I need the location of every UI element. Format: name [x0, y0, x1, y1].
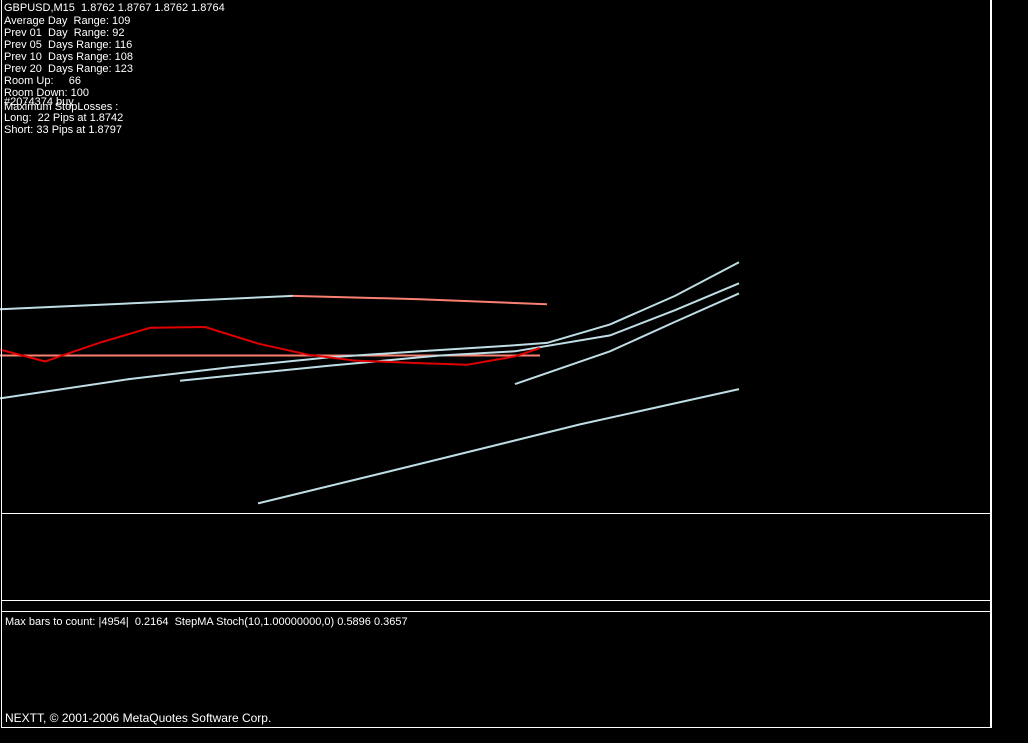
channel-mid-a — [0, 262, 739, 398]
mt4-chart-window: GBPUSD,M15 1.8762 1.8767 1.8762 1.8764 Av… — [0, 0, 1028, 743]
tsr-indicator-panel[interactable] — [1, 513, 991, 601]
time-axis[interactable] — [0, 728, 1028, 743]
overlay-line: Room Up: 66 — [4, 76, 81, 87]
overlay-line: Long: 22 Pips at 1.8742 — [4, 113, 123, 124]
copyright-text: NEXTT, © 2001-2006 MetaQuotes Software C… — [5, 711, 271, 725]
overlay-line: Short: 33 Pips at 1.8797 — [4, 125, 122, 136]
channel-upper — [0, 296, 293, 309]
overlay-line: Prev 10 Days Range: 108 — [4, 52, 133, 63]
channel-diagonal — [258, 389, 739, 503]
stoch-indicator-title: Max bars to count: |4954| 0.2164 StepMA … — [5, 616, 408, 628]
overlay-line: Prev 20 Days Range: 123 — [4, 64, 133, 75]
channel-low-b — [515, 293, 739, 384]
overlay-line: Prev 05 Days Range: 116 — [4, 40, 132, 51]
ma-red — [0, 327, 540, 365]
overlay-line: GBPUSD,M15 1.8762 1.8767 1.8762 1.8764 — [4, 3, 225, 14]
chart-info-overlay: GBPUSD,M15 1.8762 1.8767 1.8762 1.8764 Av… — [0, 0, 500, 140]
overlay-line: Prev 01 Day Range: 92 — [4, 28, 124, 39]
overlay-line: Average Day Range: 109 — [4, 16, 130, 27]
salmon-upper — [293, 296, 547, 304]
price-axis[interactable] — [991, 0, 1028, 728]
